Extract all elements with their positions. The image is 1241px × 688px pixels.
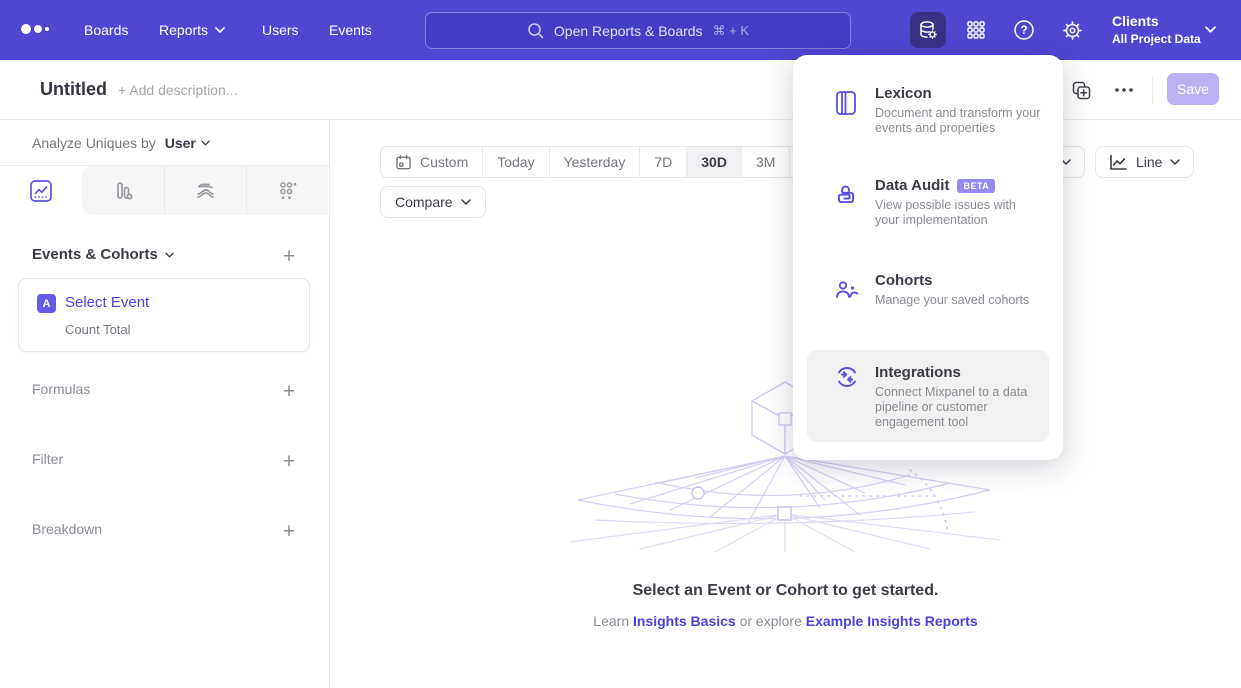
count-total-label[interactable]: Count Total (65, 322, 131, 337)
bar-chart-icon (110, 178, 136, 204)
duplicate-button[interactable] (1065, 74, 1097, 106)
date-range-30d[interactable]: 30D (687, 147, 742, 177)
event-card[interactable]: A Select Event Count Total (18, 278, 310, 352)
search-icon (527, 22, 544, 39)
example-reports-link[interactable]: Example Insights Reports (806, 613, 978, 629)
add-description-field[interactable]: + Add description... (118, 82, 237, 98)
date-range-yesterday[interactable]: Yesterday (550, 147, 641, 177)
nav-events[interactable]: Events (329, 0, 372, 60)
project-name: Clients (1112, 11, 1201, 31)
add-breakdown-button[interactable]: + (276, 518, 302, 544)
breakdown-section: Breakdown + (0, 521, 330, 543)
report-canvas: Custom Today Yesterday 7D 30D 3M 6M Comp… (330, 120, 1241, 688)
chart-type-dropdown[interactable]: Line (1095, 146, 1194, 178)
menu-item-cohorts[interactable]: Cohorts Manage your saved cohorts (807, 272, 1049, 336)
filter-label: Filter (32, 451, 63, 467)
cohorts-people-icon (833, 276, 861, 304)
tab-line-chart[interactable] (0, 166, 82, 215)
top-nav-bar: Boards Reports Users Events Open Reports… (0, 0, 1241, 60)
tab-bar-chart[interactable] (82, 166, 165, 215)
tab-flow-chart[interactable] (165, 166, 248, 215)
ellipsis-icon (1115, 88, 1133, 92)
nav-users[interactable]: Users (262, 0, 299, 60)
data-audit-spiral-icon (833, 181, 859, 209)
integrations-sync-icon (833, 363, 861, 391)
database-gear-icon (917, 19, 939, 41)
analyze-label: Analyze Uniques by (32, 135, 156, 151)
search-placeholder: Open Reports & Boards (554, 23, 703, 39)
chart-type-tabbar (0, 165, 329, 215)
compare-button[interactable]: Compare (380, 186, 486, 218)
chevron-down-icon (461, 199, 471, 205)
chevron-down-icon (1170, 159, 1180, 165)
select-event-label[interactable]: Select Event (65, 294, 149, 311)
date-range-3m[interactable]: 3M (742, 147, 790, 177)
gear-icon (1061, 19, 1084, 42)
lexicon-book-icon (833, 89, 859, 117)
date-range-custom[interactable]: Custom (381, 147, 483, 177)
menu-item-lexicon[interactable]: Lexicon Document and transform your even… (807, 85, 1049, 165)
event-badge: A (37, 294, 56, 313)
settings-button[interactable] (1054, 12, 1090, 48)
data-management-menu: Lexicon Document and transform your even… (793, 55, 1063, 460)
apps-grid-button[interactable] (958, 12, 994, 48)
grid-icon (965, 19, 987, 41)
analyze-value-dropdown[interactable]: User (165, 135, 210, 151)
nav-boards[interactable]: Boards (84, 0, 128, 60)
more-options-button[interactable] (1108, 74, 1140, 106)
search-shortcut: ⌘ + K (713, 23, 750, 39)
chevron-down-icon (1205, 26, 1216, 33)
events-cohorts-header[interactable]: Events & Cohorts (32, 246, 174, 263)
help-button[interactable]: ? (1006, 12, 1042, 48)
chevron-down-icon (215, 27, 225, 33)
mixpanel-logo[interactable] (21, 24, 49, 34)
analyze-row: Analyze Uniques by User (32, 135, 210, 151)
add-event-button[interactable]: + (276, 243, 302, 269)
metrics-grid-icon (275, 178, 301, 204)
svg-text:?: ? (1020, 25, 1027, 37)
breakdown-label: Breakdown (32, 521, 102, 537)
query-builder-sidebar: Analyze Uniques by User (0, 120, 330, 688)
chevron-down-icon (201, 140, 210, 146)
empty-state-subtitle: Learn Insights Basics or explore Example… (330, 613, 1241, 629)
date-range-7d[interactable]: 7D (640, 147, 687, 177)
insights-basics-link[interactable]: Insights Basics (633, 613, 736, 629)
formulas-label: Formulas (32, 381, 90, 397)
beta-badge: BETA (957, 179, 995, 193)
search-input[interactable]: Open Reports & Boards ⌘ + K (425, 12, 851, 49)
date-range-today[interactable]: Today (483, 147, 549, 177)
project-scope: All Project Data (1112, 31, 1201, 48)
copy-plus-icon (1071, 80, 1092, 101)
add-formula-button[interactable]: + (276, 378, 302, 404)
line-chart-icon (28, 178, 54, 204)
menu-item-integrations[interactable]: Integrations Connect Mixpanel to a data … (807, 350, 1049, 442)
add-filter-button[interactable]: + (276, 448, 302, 474)
menu-item-data-audit[interactable]: Data Audit BETA View possible issues wit… (807, 177, 1049, 257)
calendar-icon (395, 154, 412, 171)
events-cohorts-section: Events & Cohorts + (0, 246, 330, 268)
report-title[interactable]: Untitled (40, 79, 107, 100)
line-chart-icon (1109, 154, 1128, 171)
data-management-button[interactable] (910, 12, 946, 48)
tab-metrics-grid[interactable] (247, 166, 329, 215)
divider (1152, 77, 1153, 103)
formulas-section: Formulas + (0, 381, 330, 403)
flow-chart-icon (192, 177, 219, 204)
nav-reports[interactable]: Reports (159, 0, 225, 60)
mixpanel-insights-app: Boards Reports Users Events Open Reports… (0, 0, 1241, 688)
save-button[interactable]: Save (1167, 73, 1219, 105)
help-icon: ? (1012, 18, 1036, 42)
project-selector[interactable]: Clients All Project Data (1112, 11, 1201, 48)
empty-state-title: Select an Event or Cohort to get started… (330, 582, 1241, 600)
filter-section: Filter + (0, 451, 330, 473)
chevron-down-icon (165, 252, 174, 258)
